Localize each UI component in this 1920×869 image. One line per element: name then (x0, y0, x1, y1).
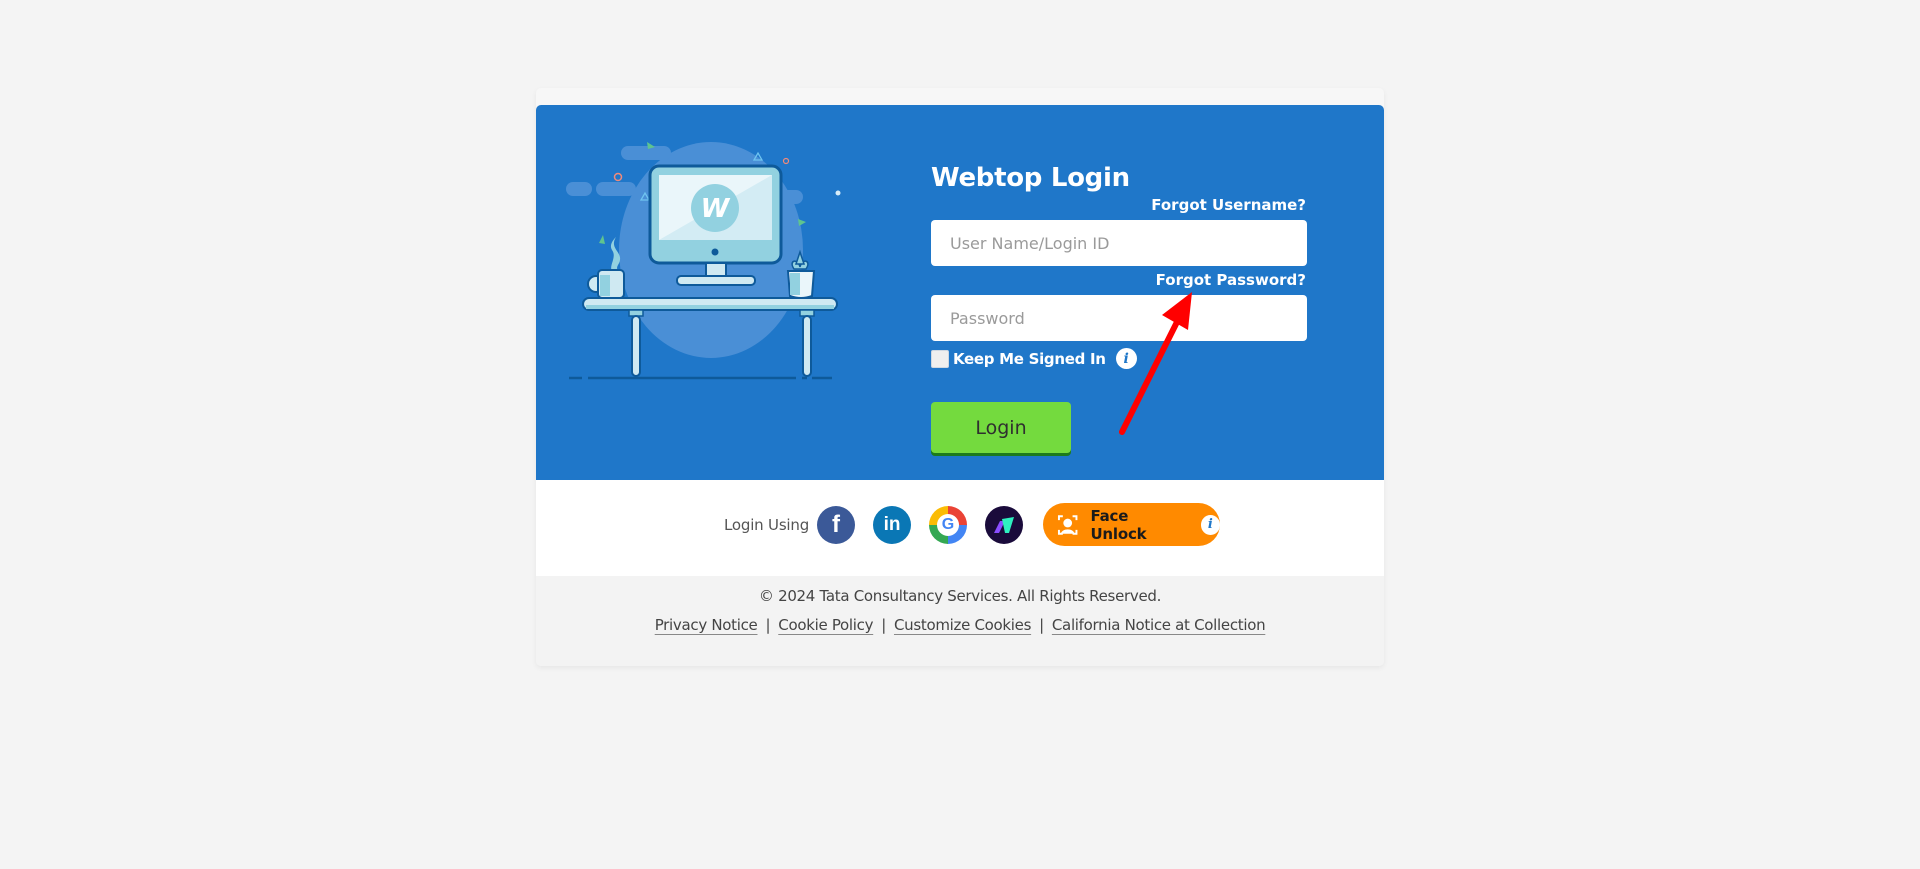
link-separator: | (881, 616, 886, 634)
google-icon: G (937, 513, 960, 536)
customize-cookies-link[interactable]: Customize Cookies (894, 616, 1031, 634)
page-title: Webtop Login (931, 163, 1130, 193)
social-login-row: Login Using f in G Face Unlock i (724, 503, 1221, 546)
username-input[interactable] (931, 220, 1307, 266)
decor-triangle (798, 219, 806, 226)
facebook-login-button[interactable]: f (817, 505, 856, 544)
login-button[interactable]: Login (931, 402, 1071, 453)
linkedin-login-button[interactable]: in (873, 505, 912, 544)
decor-triangle (599, 235, 605, 244)
face-unlock-button[interactable]: Face Unlock i (1043, 503, 1221, 546)
cloud-shape (596, 182, 636, 196)
keep-signed-in-row: Keep Me Signed In i (931, 348, 1137, 369)
forgot-username-link[interactable]: Forgot Username? (1151, 196, 1306, 214)
keep-signed-in-checkbox[interactable] (931, 349, 949, 368)
privacy-notice-link[interactable]: Privacy Notice (655, 616, 758, 634)
keep-signed-in-label: Keep Me Signed In (953, 349, 1106, 368)
login-hero-panel: W Webtop Login Forgot Username? User Nam… (536, 105, 1384, 480)
footer-links: Privacy Notice | Cookie Policy | Customize C… (536, 616, 1384, 634)
info-icon[interactable]: i (1115, 348, 1137, 369)
workspace-illustration: W (566, 142, 841, 380)
webtop-logo-letter: W (701, 194, 731, 224)
forgot-password-link[interactable]: Forgot Password? (1156, 271, 1306, 289)
nova-icon (994, 516, 1015, 533)
face-scan-icon (1058, 514, 1078, 535)
copyright-text: © 2024 Tata Consultancy Services. All Ri… (758, 587, 1162, 605)
decor-dot (835, 190, 841, 196)
cloud-shape (621, 146, 671, 160)
link-separator: | (765, 616, 771, 634)
coffee-mug-icon (587, 269, 625, 299)
face-unlock-info-icon[interactable]: i (1200, 514, 1221, 535)
california-notice-link[interactable]: California Notice at Collection (1052, 616, 1266, 634)
social-login-section: Login Using f in G Face Unlock i (536, 480, 1384, 576)
login-using-label: Login Using (724, 515, 810, 534)
face-unlock-label: Face Unlock (1090, 506, 1147, 543)
login-card: W Webtop Login Forgot Username? User Nam… (536, 88, 1384, 666)
linkedin-icon: in (883, 513, 901, 535)
decor-circle (782, 157, 790, 165)
cloud-shape (566, 182, 592, 196)
google-login-button[interactable]: G (929, 505, 968, 544)
footer: © 2024 Tata Consultancy Services. All Ri… (536, 576, 1384, 666)
decor-circle (613, 172, 623, 182)
link-separator: | (1039, 616, 1044, 634)
password-input[interactable] (931, 295, 1307, 341)
cookie-policy-link[interactable]: Cookie Policy (778, 616, 873, 634)
facebook-icon: f (832, 510, 841, 538)
nova-login-button[interactable] (985, 505, 1024, 544)
